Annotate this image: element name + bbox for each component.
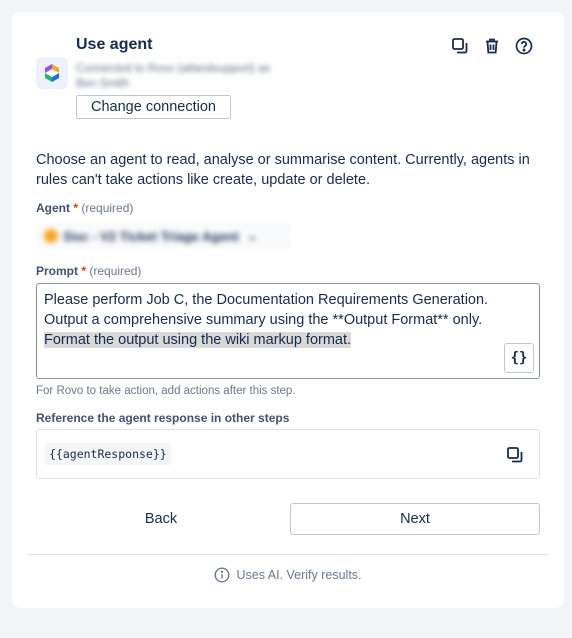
- footer-divider: [28, 554, 548, 555]
- trash-icon[interactable]: [482, 36, 502, 56]
- agent-field-label: Agent * (required): [36, 201, 133, 215]
- helper-text: For Rovo to take action, add actions aft…: [36, 385, 296, 397]
- next-button[interactable]: Next: [290, 503, 540, 535]
- connection-user: Ben Smith: [76, 78, 130, 90]
- back-button[interactable]: Back: [36, 503, 286, 535]
- ai-disclaimer: Uses AI. Verify results.: [12, 567, 564, 583]
- agent-response-reference: {{agentResponse}}: [36, 429, 540, 479]
- rovo-logo-icon: [36, 57, 68, 89]
- prompt-line: Please perform Job C, the Documentation …: [44, 292, 489, 308]
- reference-label: Reference the agent response in other st…: [36, 411, 290, 425]
- change-connection-button[interactable]: Change connection: [76, 95, 231, 119]
- connection-line: Connected to Rovo (atlandsupport) as: [76, 63, 271, 75]
- agent-name: Doc - V2 Ticket Triage Agent: [64, 228, 239, 244]
- insert-variable-button[interactable]: {}: [504, 343, 534, 373]
- agent-response-code: {{agentResponse}}: [45, 443, 171, 465]
- required-marker: *: [73, 201, 79, 215]
- agent-label-text: Agent: [36, 201, 70, 215]
- prompt-content[interactable]: Please perform Job C, the Documentation …: [44, 290, 514, 350]
- agent-select-value: Doc - V2 Ticket Triage Agent ⌄: [44, 228, 258, 244]
- help-icon[interactable]: [514, 36, 534, 56]
- panel-title: Use agent: [76, 36, 153, 53]
- info-icon: [214, 567, 230, 583]
- copy-icon[interactable]: [505, 445, 525, 465]
- prompt-field-label: Prompt * (required): [36, 264, 141, 278]
- ai-disclaimer-text: Uses AI. Verify results.: [236, 568, 362, 582]
- chevron-down-icon: ⌄: [246, 228, 258, 243]
- agent-avatar-icon: [44, 229, 58, 243]
- connection-info: Connected to Rovo (atlandsupport) as Ben…: [76, 62, 270, 92]
- agent-select[interactable]: Doc - V2 Ticket Triage Agent ⌄: [36, 223, 291, 249]
- use-agent-panel: Use agent Connected to Rovo (atlandsuppo…: [12, 12, 564, 608]
- duplicate-icon[interactable]: [450, 36, 470, 56]
- description-text: Choose an agent to read, analyse or summ…: [36, 152, 530, 188]
- required-text: (required): [81, 201, 134, 215]
- prompt-line: Output a comprehensive summary using the…: [44, 312, 483, 328]
- required-text: (required): [89, 264, 142, 278]
- required-marker: *: [81, 264, 87, 278]
- prompt-line-selected: Format the output using the wiki markup …: [44, 332, 352, 348]
- prompt-label-text: Prompt: [36, 264, 78, 278]
- prompt-textarea[interactable]: Please perform Job C, the Documentation …: [36, 283, 540, 379]
